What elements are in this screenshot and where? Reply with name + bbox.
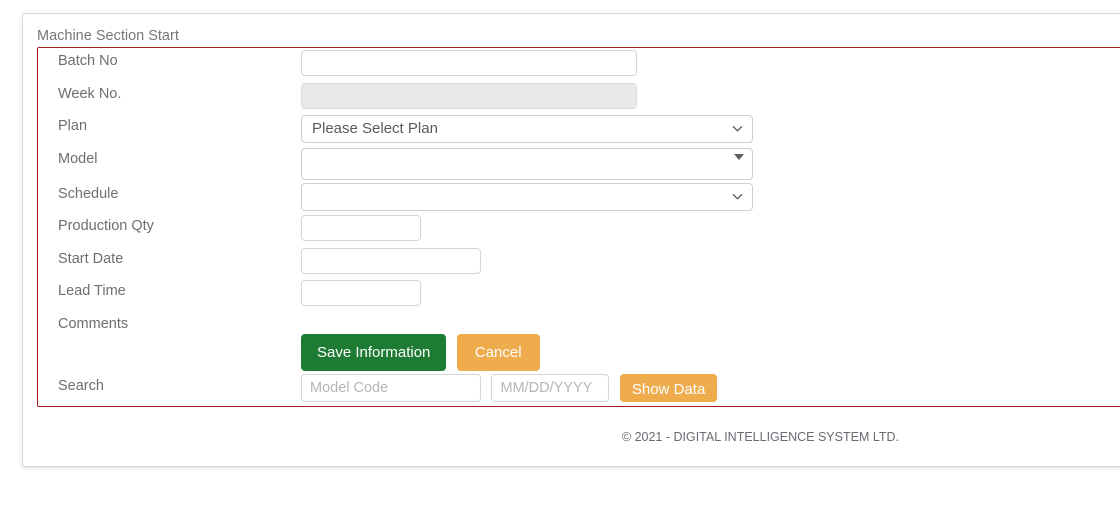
caret-down-icon	[734, 154, 744, 160]
form-row-search: Search Show Data	[38, 374, 1120, 407]
form-row-schedule: Schedule	[38, 183, 1120, 215]
save-information-button[interactable]: Save Information	[301, 334, 447, 371]
field-wrap-model	[301, 148, 753, 180]
chevron-down-icon	[732, 191, 743, 202]
field-wrap-lead-time	[301, 280, 421, 306]
label-plan: Plan	[58, 118, 88, 134]
week-no-input	[301, 83, 637, 109]
form-row-lead-time: Lead Time	[38, 280, 1120, 312]
plan-select[interactable]: Please Select Plan	[301, 115, 753, 143]
form-row-plan: Plan Please Select Plan	[38, 115, 1120, 147]
form-row-week-no: Week No.	[38, 83, 1120, 115]
label-start-date: Start Date	[58, 251, 124, 267]
page-card: Batch No Week No. Plan Please Select Pla…	[22, 13, 1120, 467]
start-date-input[interactable]	[301, 248, 481, 274]
field-wrap-plan: Please Select Plan	[301, 115, 753, 143]
field-wrap-week-no	[301, 83, 637, 109]
label-schedule: Schedule	[58, 186, 119, 202]
page-footer: © 2021 - DIGITAL INTELLIGENCE SYSTEM LTD…	[23, 408, 1120, 466]
schedule-select[interactable]	[301, 183, 753, 211]
label-model: Model	[58, 151, 98, 167]
search-controls: Show Data	[301, 374, 718, 402]
label-week-no: Week No.	[58, 86, 122, 102]
form-row-production-qty: Production Qty	[38, 215, 1120, 247]
label-comments: Comments	[58, 316, 129, 332]
field-wrap-schedule	[301, 183, 753, 211]
model-combobox[interactable]	[301, 148, 753, 180]
footer-copyright: © 2021 - DIGITAL INTELLIGENCE SYSTEM LTD…	[621, 430, 899, 444]
plan-select-value: Please Select Plan	[312, 120, 438, 137]
label-batch-no: Batch No	[58, 53, 118, 69]
form-row-actions: Save Information Cancel	[38, 334, 1120, 374]
model-code-search-input[interactable]	[301, 374, 481, 402]
lead-time-input[interactable]	[301, 280, 421, 306]
cancel-button[interactable]: Cancel	[456, 334, 540, 371]
action-buttons: Save Information Cancel	[301, 334, 540, 371]
show-data-button[interactable]: Show Data	[619, 374, 718, 402]
machine-section-fieldset: Batch No Week No. Plan Please Select Pla…	[37, 47, 1120, 407]
date-search-input[interactable]	[491, 374, 610, 402]
batch-no-input[interactable]	[301, 50, 637, 76]
field-wrap-batch-no	[301, 50, 637, 76]
label-production-qty: Production Qty	[58, 218, 154, 234]
form-row-model: Model	[38, 148, 1120, 180]
form-row-batch-no: Batch No	[38, 50, 1120, 82]
production-qty-input[interactable]	[301, 215, 421, 241]
label-lead-time: Lead Time	[58, 283, 126, 299]
machine-section-legend: Machine Section Start	[37, 28, 183, 44]
field-wrap-production-qty	[301, 215, 421, 241]
field-wrap-start-date	[301, 248, 481, 274]
form-row-start-date: Start Date	[38, 248, 1120, 280]
label-search: Search	[58, 378, 104, 394]
chevron-down-icon	[732, 123, 743, 134]
